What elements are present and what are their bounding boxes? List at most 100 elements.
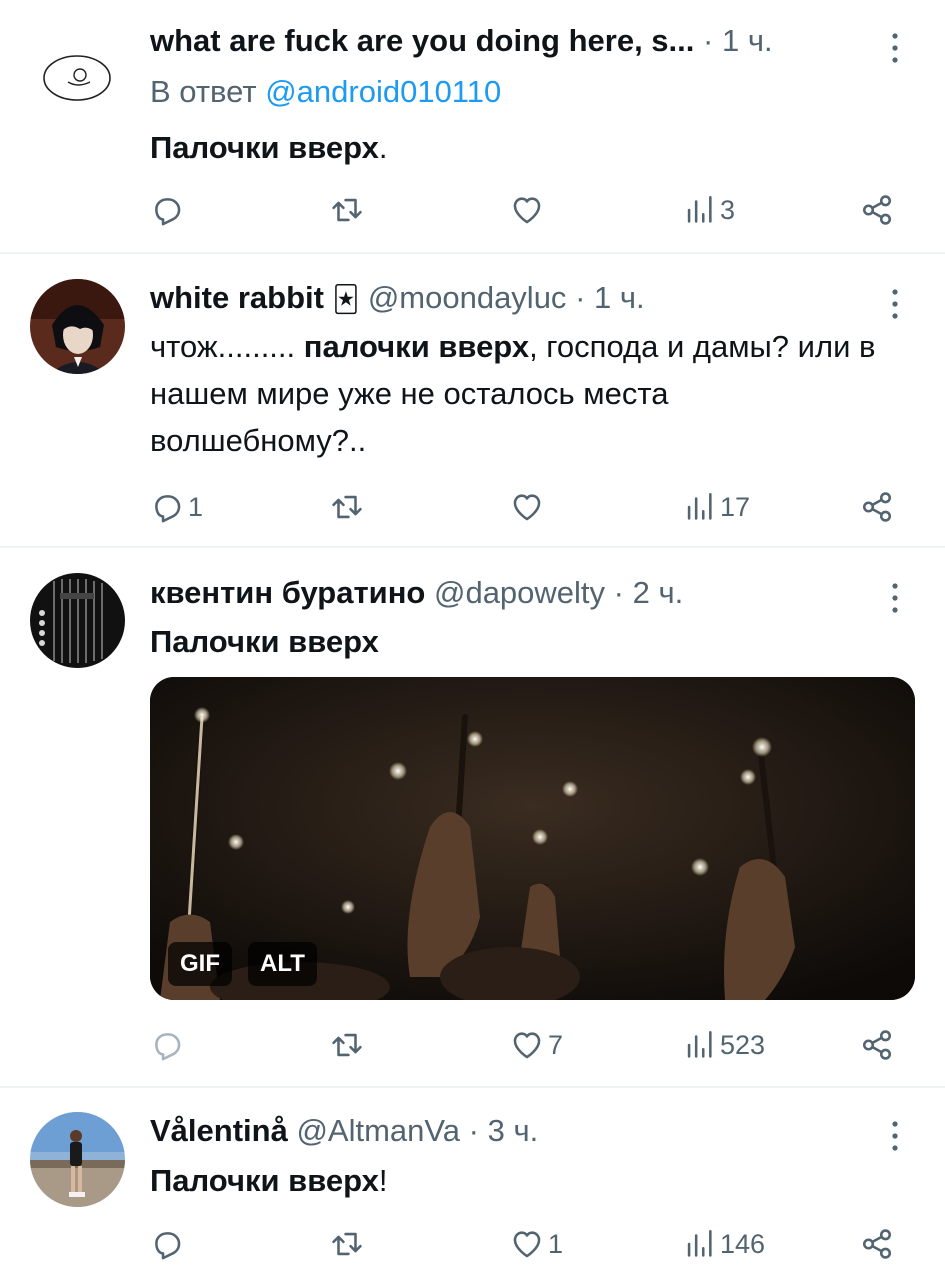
views-count: 523 — [720, 1029, 766, 1060]
action-bar: 3 — [150, 190, 900, 230]
share-icon — [862, 195, 892, 225]
like-button[interactable] — [510, 487, 548, 527]
retweet-icon — [332, 1232, 362, 1256]
tweet-text: Палочки вверх — [150, 618, 890, 665]
tweet-header: Vålentinå @AltmanVa · 3 ч. — [150, 1111, 538, 1151]
like-icon — [513, 1032, 541, 1059]
gif-badge: GIF — [168, 942, 232, 986]
reply-button[interactable] — [150, 190, 188, 230]
like-button[interactable]: 7 — [510, 1025, 563, 1065]
views-count: 17 — [720, 491, 751, 522]
tweet-text: чтож......... палочки вверх, господа и д… — [150, 323, 890, 464]
tweet-header: what are fuck are you doing here, s... ·… — [150, 21, 773, 61]
action-bar: 1 17 — [150, 487, 900, 527]
like-button[interactable]: 1 — [510, 1224, 563, 1264]
share-icon — [862, 1030, 892, 1060]
views-icon — [687, 492, 712, 520]
like-button[interactable] — [510, 190, 548, 230]
retweet-button[interactable] — [330, 1224, 368, 1264]
like-icon — [513, 494, 541, 521]
display-name[interactable]: white rabbit — [150, 280, 324, 315]
views-count: 146 — [720, 1228, 766, 1259]
tweet-text-bold: Палочки вверх — [150, 1163, 379, 1198]
tweet-4[interactable]: Vålentinå @AltmanVa · 3 ч. Палочки вверх… — [0, 1088, 945, 1280]
timestamp[interactable]: 3 ч. — [488, 1113, 539, 1148]
user-handle[interactable]: @dapowelty — [434, 575, 605, 610]
tweet-text-bold: Палочки вверх — [150, 130, 379, 165]
retweet-icon — [332, 198, 362, 222]
share-button[interactable] — [860, 190, 894, 230]
retweet-button[interactable] — [330, 1025, 368, 1065]
views-icon — [687, 195, 712, 223]
tweet-text-rest: ! — [378, 1163, 388, 1198]
reply-handle-link[interactable]: @android010110 — [265, 74, 501, 109]
timestamp[interactable]: 2 ч. — [633, 575, 684, 610]
retweet-icon — [332, 1033, 362, 1057]
views-icon — [687, 1030, 712, 1058]
reply-button[interactable] — [150, 1224, 188, 1264]
tweet-3[interactable]: квентин буратино @dapowelty · 2 ч. Палоч… — [0, 548, 945, 1086]
action-bar: 1 146 — [150, 1224, 900, 1264]
tweet-text: Палочки вверх. — [150, 124, 890, 171]
separator: · — [468, 1113, 479, 1148]
tweet-header: white rabbit 🃏 @moondayluc · 1 ч. — [150, 278, 645, 319]
tweet-header: квентин буратино @dapowelty · 2 ч. — [150, 573, 683, 613]
like-count: 1 — [548, 1228, 564, 1259]
separator: · — [703, 23, 714, 58]
reply-icon — [155, 1033, 181, 1061]
reply-icon — [155, 198, 181, 226]
tweet-text: Палочки вверх! — [150, 1157, 890, 1204]
display-name[interactable]: квентин буратино — [150, 575, 425, 610]
views-count: 3 — [720, 194, 736, 225]
retweet-button[interactable] — [330, 190, 368, 230]
more-icon[interactable] — [880, 284, 910, 324]
reply-icon — [155, 1232, 181, 1260]
avatar[interactable] — [30, 279, 125, 374]
like-icon — [513, 197, 541, 224]
share-button[interactable] — [860, 1025, 894, 1065]
display-name[interactable]: Vålentinå — [150, 1113, 288, 1148]
reply-icon — [155, 495, 181, 523]
more-icon[interactable] — [880, 28, 910, 68]
share-icon — [862, 492, 892, 522]
tweet-1[interactable]: what are fuck are you doing here, s... ·… — [0, 0, 945, 252]
views-icon — [687, 1229, 712, 1257]
action-bar: 7 523 — [150, 1025, 900, 1065]
user-handle[interactable]: @AltmanVa — [296, 1113, 460, 1148]
avatar[interactable] — [30, 1112, 125, 1207]
share-button[interactable] — [860, 1224, 894, 1264]
views-button[interactable]: 17 — [682, 487, 750, 527]
tweet-text-rest: . — [378, 130, 388, 165]
avatar[interactable] — [30, 30, 125, 125]
timestamp[interactable]: 1 ч. — [722, 23, 773, 58]
separator: · — [613, 575, 624, 610]
user-handle[interactable]: @moondayluc — [368, 280, 567, 315]
reply-prefix: В ответ — [150, 74, 257, 109]
reply-count: 1 — [188, 491, 204, 522]
tweet-text-start: чтож......... — [150, 329, 304, 364]
retweet-icon — [332, 495, 362, 519]
gif-media[interactable]: GIF ALT — [150, 677, 915, 1000]
like-count: 7 — [548, 1029, 564, 1060]
views-button[interactable]: 3 — [682, 190, 735, 230]
tweet-text-bold: палочки вверх — [303, 329, 530, 364]
timestamp[interactable]: 1 ч. — [594, 280, 645, 315]
alt-badge[interactable]: ALT — [248, 942, 317, 986]
more-icon[interactable] — [880, 1116, 910, 1156]
avatar[interactable] — [30, 573, 125, 668]
retweet-button[interactable] — [330, 487, 368, 527]
more-icon[interactable] — [880, 578, 910, 618]
reply-context: В ответ @android010110 — [150, 72, 501, 112]
share-icon — [862, 1229, 892, 1259]
display-name[interactable]: what are fuck are you doing here, s... — [150, 23, 694, 58]
tweet-text-bold: Палочки вверх — [150, 624, 379, 659]
views-button[interactable]: 523 — [682, 1025, 765, 1065]
like-icon — [513, 1231, 541, 1258]
views-button[interactable]: 146 — [682, 1224, 765, 1264]
tweet-2[interactable]: white rabbit 🃏 @moondayluc · 1 ч. чтож..… — [0, 254, 945, 546]
share-button[interactable] — [860, 487, 894, 527]
reply-button[interactable]: 1 — [150, 487, 203, 527]
separator: · — [575, 280, 586, 315]
reply-button[interactable] — [150, 1025, 188, 1065]
joker-emoji: 🃏 — [332, 284, 360, 314]
